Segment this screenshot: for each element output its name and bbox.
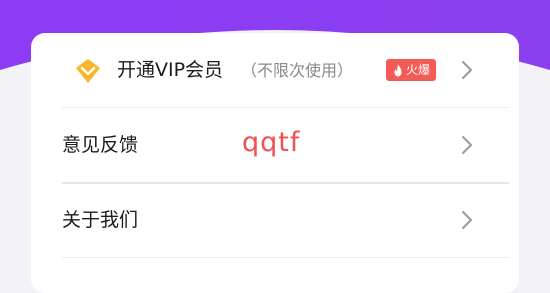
hot-badge-label: 火爆: [406, 63, 431, 77]
vip-membership-label: 开通VIP会员: [117, 59, 224, 81]
about-us-row[interactable]: 关于我们: [31, 183, 519, 257]
menu-card: 开通VIP会员 （不限次使用） 火爆 意见反馈 qqtf 关于我们: [31, 33, 519, 293]
vip-usage-note: （不限次使用）: [241, 61, 354, 80]
vip-membership-row[interactable]: 开通VIP会员 （不限次使用） 火爆: [31, 33, 519, 107]
chevron-right-icon: [462, 136, 472, 154]
fire-icon: [394, 64, 402, 76]
feedback-row[interactable]: 意见反馈 qqtf: [31, 108, 519, 182]
divider: [62, 257, 509, 258]
hot-badge: 火爆: [386, 59, 437, 81]
about-us-label: 关于我们: [62, 209, 139, 231]
overlay-text: qqtf: [242, 127, 301, 158]
feedback-label: 意见反馈: [62, 134, 139, 156]
diamond-icon: [76, 59, 100, 83]
chevron-right-icon: [462, 211, 472, 229]
chevron-right-icon: [462, 61, 472, 79]
